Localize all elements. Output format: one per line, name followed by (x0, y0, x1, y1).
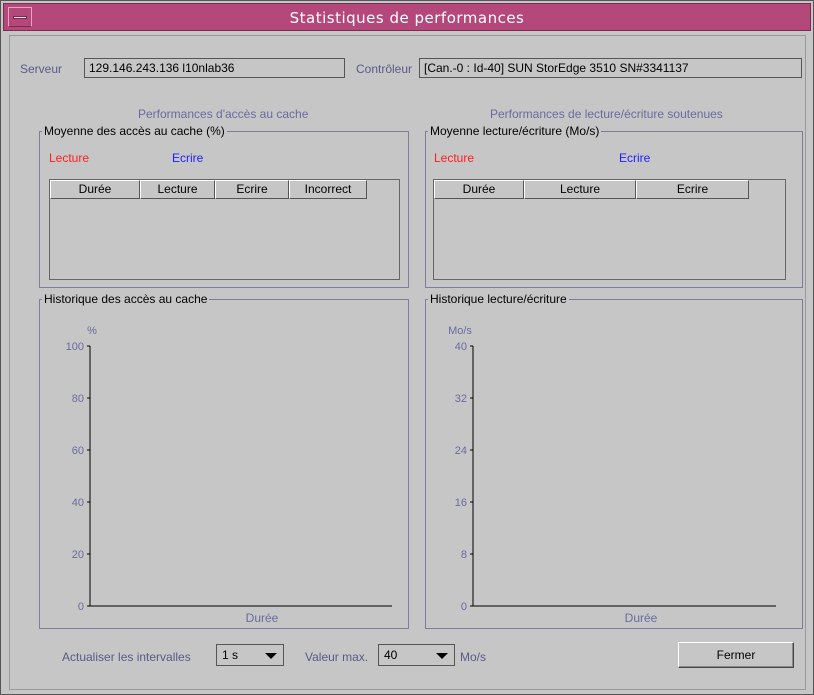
y-tick-label: 40 (72, 497, 84, 509)
y-tick-label: 0 (78, 601, 84, 613)
cache-average-group: Moyenne des accès au cache (%) Lecture E… (39, 124, 409, 288)
dialog-content: Serveur 129.146.243.136 l10nlab36 Contrô… (9, 35, 806, 690)
cache-table-header: Durée Lecture Ecrire Incorrect (50, 180, 367, 199)
max-value: 40 (384, 648, 398, 662)
y-tick-label: 100 (66, 341, 84, 353)
rw-average-title: Moyenne lecture/écriture (Mo/s) (428, 124, 602, 138)
y-tick-label: 40 (455, 341, 467, 353)
interval-dropdown[interactable]: 1 s (216, 644, 284, 666)
chevron-down-icon (436, 653, 448, 659)
window-title: Statistiques de performances (289, 9, 525, 27)
rw-history-group: Historique lecture/écriture Mo/s 0 8 16 24 32… (425, 292, 803, 629)
cache-average-table[interactable]: Durée Lecture Ecrire Incorrect (49, 179, 400, 280)
performance-statistics-window: Statistiques de performances Serveur 129… (0, 0, 814, 695)
rw-history-chart: Mo/s 0 8 16 24 32 40 Durée (448, 325, 776, 625)
controller-label: Contrôleur (356, 62, 413, 76)
y-tick-label: 8 (461, 549, 467, 561)
interval-value: 1 s (222, 648, 239, 662)
rw-average-group: Moyenne lecture/écriture (Mo/s) Lecture … (425, 124, 803, 288)
cache-legend-write: Ecrire (172, 151, 204, 165)
column-header-read[interactable]: Lecture (140, 180, 215, 199)
cache-average-title: Moyenne des accès au cache (%) (42, 124, 227, 138)
column-header-duration[interactable]: Durée (50, 180, 140, 199)
x-axis-label: Durée (625, 611, 658, 625)
y-tick-label: 80 (72, 393, 84, 405)
x-axis-label: Durée (246, 611, 279, 625)
server-field[interactable]: 129.146.243.136 l10nlab36 (84, 58, 345, 78)
rw-table-header: Durée Lecture Ecrire (434, 180, 749, 199)
max-value-dropdown[interactable]: 40 (378, 644, 455, 666)
cache-history-chart: % 0 20 40 60 80 100 Durée (66, 325, 392, 625)
title-bar[interactable]: Statistiques de performances (3, 3, 811, 31)
max-value-label: Valeur max. (305, 650, 369, 664)
cache-section-caption: Performances d'accès au cache (138, 107, 309, 121)
rw-section-caption: Performances de lecture/écriture soutenu… (490, 107, 723, 121)
y-tick-label: 60 (72, 445, 84, 457)
column-header-read[interactable]: Lecture (524, 180, 636, 199)
y-axis-unit-label: Mo/s (448, 325, 472, 337)
y-axis-unit-label: % (87, 325, 97, 337)
y-tick-label: 32 (455, 393, 467, 405)
server-label: Serveur (20, 62, 63, 76)
chevron-down-icon (265, 653, 277, 659)
controller-field[interactable]: [Can.-0 : Id-40] SUN StorEdge 3510 SN#33… (419, 58, 802, 78)
max-value-unit: Mo/s (460, 650, 487, 664)
y-tick-label: 16 (455, 497, 467, 509)
cache-history-group: Historique des accès au cache % 0 20 40 60 80… (39, 292, 409, 629)
rw-legend-read: Lecture (434, 151, 475, 165)
y-tick-label: 24 (455, 445, 467, 457)
y-tick-label: 0 (461, 601, 467, 613)
column-header-write[interactable]: Ecrire (215, 180, 289, 199)
cache-legend-read: Lecture (49, 151, 90, 165)
rw-average-table[interactable]: Durée Lecture Ecrire (433, 179, 786, 280)
close-button[interactable]: Fermer (678, 642, 794, 668)
interval-label: Actualiser les intervalles (62, 650, 191, 664)
rw-legend-write: Ecrire (619, 151, 651, 165)
column-header-write[interactable]: Ecrire (636, 180, 749, 199)
y-tick-label: 20 (72, 549, 84, 561)
column-header-incorrect[interactable]: Incorrect (289, 180, 367, 199)
column-header-duration[interactable]: Durée (434, 180, 524, 199)
